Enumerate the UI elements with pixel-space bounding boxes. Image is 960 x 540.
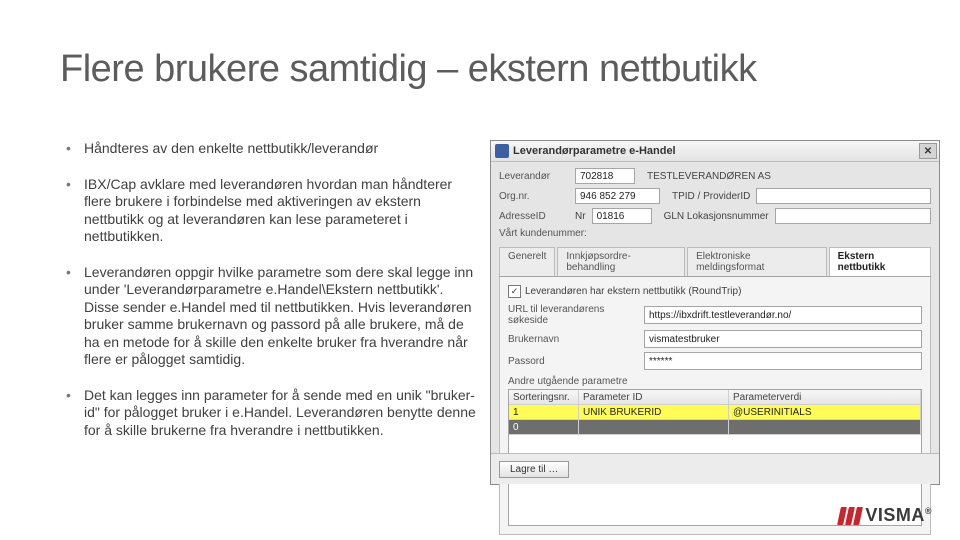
field-label: URL til leverandørens søkeside <box>508 304 638 326</box>
bullet-list: Håndteres av den enkelte nettbutikk/leve… <box>66 140 476 439</box>
tab-panel: ✓ Leverandøren har ekstern nettbutikk (R… <box>499 277 931 535</box>
password-field[interactable]: ****** <box>644 352 922 370</box>
grid-cell: 0 <box>509 420 579 435</box>
save-button[interactable]: Lagre til … <box>499 461 569 478</box>
tpid-label: TPID / ProviderID <box>672 191 750 202</box>
grid-row-selected[interactable]: 0 <box>509 420 921 435</box>
app-icon <box>495 144 509 158</box>
leverandor-field[interactable]: 702818 <box>575 168 635 184</box>
grid-header-cell: Parameter ID <box>579 390 729 405</box>
tab-innkjopsordre[interactable]: Innkjøpsordre-behandling <box>557 247 685 276</box>
grid-cell <box>729 420 921 435</box>
grid-header-row: Sorteringsnr. Parameter ID Parameterverd… <box>509 390 921 405</box>
tpid-field[interactable] <box>756 188 931 204</box>
tab-meldingsformat[interactable]: Elektroniske meldingsformat <box>687 247 827 276</box>
adresseid-field[interactable]: 01816 <box>592 208 652 224</box>
tab-ekstern-nettbutikk[interactable]: Ekstern nettbutikk <box>829 247 931 276</box>
dialog-titlebar: Leverandørparametre e-Handel ✕ <box>491 141 939 162</box>
grid-header-cell: Sorteringsnr. <box>509 390 579 405</box>
page-title: Flere brukere samtidig – ekstern nettbut… <box>60 48 757 91</box>
bullet-item: IBX/Cap avklare med leverandøren hvordan… <box>66 176 476 246</box>
visma-logo-icon <box>839 507 861 525</box>
param-subheading: Andre utgående parametre <box>508 376 922 387</box>
url-field[interactable]: https://ibxdrift.testleverandør.no/ <box>644 306 922 324</box>
orgnr-field[interactable]: 946 852 279 <box>575 188 660 204</box>
checkbox-icon: ✓ <box>508 285 521 298</box>
roundtrip-checkbox[interactable]: ✓ Leverandøren har ekstern nettbutikk (R… <box>508 285 922 298</box>
checkbox-label: Leverandøren har ekstern nettbutikk (Rou… <box>525 286 741 297</box>
grid-row-highlighted[interactable]: 1 UNIK BRUKERID @USERINITIALS <box>509 405 921 420</box>
slide: Flere brukere samtidig – ekstern nettbut… <box>0 0 960 540</box>
gln-field[interactable] <box>775 208 931 224</box>
field-label: Org.nr. <box>499 191 569 202</box>
field-label: Leverandør <box>499 171 569 182</box>
grid-cell <box>579 420 729 435</box>
tab-generelt[interactable]: Generelt <box>499 247 555 276</box>
field-label: Brukernavn <box>508 334 638 345</box>
dialog-footer: Lagre til … <box>491 453 939 484</box>
tab-strip: Generelt Innkjøpsordre-behandling Elektr… <box>499 247 931 277</box>
username-field[interactable]: vismatestbruker <box>644 330 922 348</box>
field-label: Vårt kundenummer: <box>499 228 587 239</box>
close-icon[interactable]: ✕ <box>919 143 937 159</box>
dialog-title: Leverandørparametre e-Handel <box>513 145 919 157</box>
bullet-item: Leverandøren oppgir hvilke parametre som… <box>66 264 476 369</box>
grid-cell: UNIK BRUKERID <box>579 405 729 420</box>
leverandor-name: TESTLEVERANDØREN AS <box>647 171 771 182</box>
bullet-area: Håndteres av den enkelte nettbutikk/leve… <box>66 140 476 457</box>
visma-logo: VISMA® <box>839 505 932 526</box>
grid-cell: @USERINITIALS <box>729 405 921 420</box>
grid-cell: 1 <box>509 405 579 420</box>
field-label: AdresseID <box>499 211 569 222</box>
grid-header-cell: Parameterverdi <box>729 390 921 405</box>
dialog-screenshot: Leverandørparametre e-Handel ✕ Leverandø… <box>490 140 940 485</box>
adresseid-prefix: Nr <box>575 211 586 222</box>
visma-logo-text: VISMA® <box>865 505 932 526</box>
bullet-item: Det kan legges inn parameter for å sende… <box>66 387 476 440</box>
gln-label: GLN Lokasjonsnummer <box>664 211 769 222</box>
field-label: Passord <box>508 356 638 367</box>
bullet-item: Håndteres av den enkelte nettbutikk/leve… <box>66 140 476 158</box>
